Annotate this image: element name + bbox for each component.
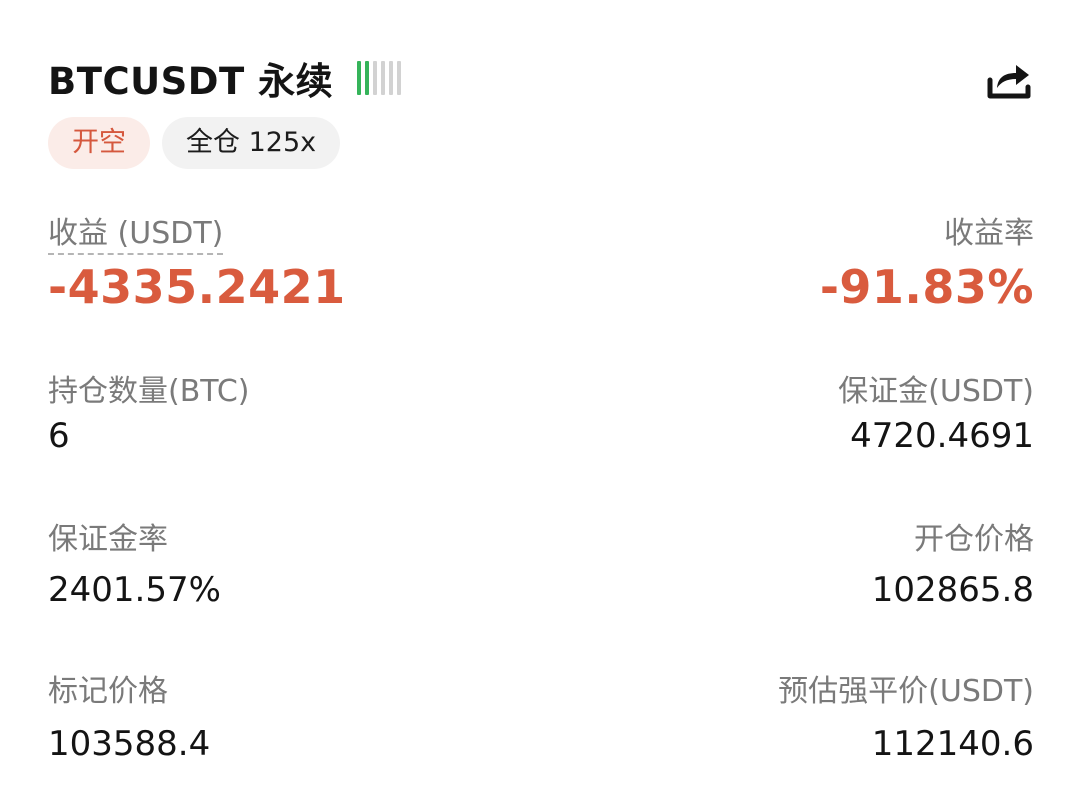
pnl-label[interactable]: 收益 (USDT) (48, 216, 224, 255)
symbol-title: BTCUSDT 永续 (48, 60, 334, 103)
margin-label: 保证金(USDT) (838, 374, 1034, 409)
position-qty-label: 持仓数量(BTC) (48, 374, 250, 409)
position-qty-value: 6 (48, 416, 70, 456)
signal-bar (381, 61, 386, 95)
margin-ratio-label: 保证金率 (48, 522, 168, 557)
roi-label: 收益率 (944, 216, 1034, 251)
position-header: BTCUSDT 永续 (48, 52, 1032, 104)
signal-bar (373, 61, 378, 95)
position-tags: 开空 全仓 125x (48, 117, 341, 169)
margin-value: 4720.4691 (850, 416, 1034, 456)
signal-bar (357, 61, 362, 95)
signal-bar (397, 61, 402, 95)
side-badge: 开空 (48, 117, 150, 169)
pnl-value: -4335.2421 (48, 260, 346, 314)
signal-bar (389, 61, 394, 95)
entry-price-value: 102865.8 (871, 570, 1034, 610)
mark-price-label: 标记价格 (48, 674, 168, 709)
margin-mode-badge[interactable]: 全仓 125x (162, 117, 341, 169)
liq-price-value: 112140.6 (871, 724, 1034, 764)
margin-ratio-value: 2401.57% (48, 570, 221, 610)
signal-bar (365, 61, 370, 95)
entry-price-label: 开仓价格 (914, 522, 1034, 557)
signal-strength-icon (357, 60, 402, 96)
share-button[interactable] (986, 56, 1032, 102)
share-icon (987, 65, 1031, 99)
liq-price-label: 预估强平价(USDT) (778, 674, 1034, 709)
roi-value: -91.83% (819, 260, 1034, 314)
mark-price-value: 103588.4 (48, 724, 211, 764)
pnl-label-wrap[interactable]: 收益 (USDT) (48, 208, 224, 255)
